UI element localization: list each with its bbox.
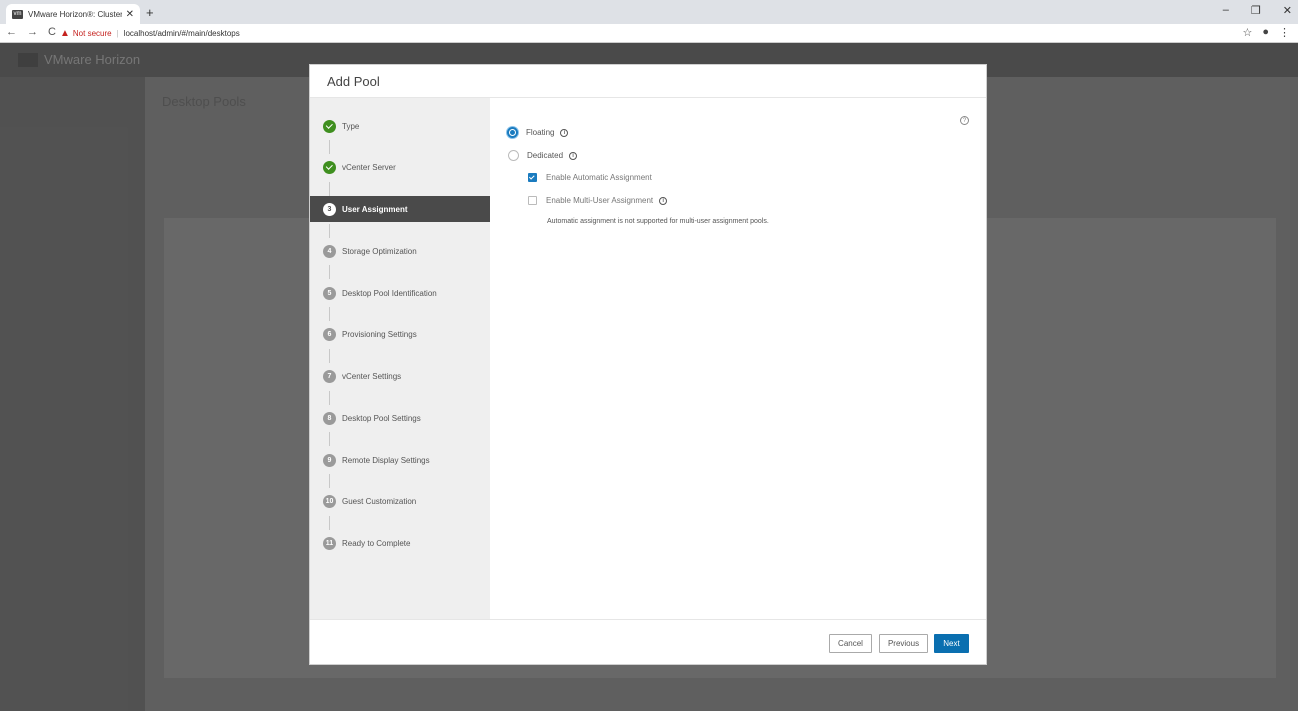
check-circle-icon	[323, 119, 336, 133]
close-window-icon[interactable]: ✕	[1283, 4, 1292, 17]
forward-icon[interactable]: →	[27, 26, 38, 38]
step-provisioning-settings[interactable]: 6 Provisioning Settings	[310, 321, 490, 347]
step-label: vCenter Server	[342, 162, 396, 172]
floating-option[interactable]: Floating i	[507, 127, 569, 138]
step-desktop-pool-settings[interactable]: 8 Desktop Pool Settings	[310, 405, 490, 431]
close-tab-icon[interactable]: ✕	[126, 9, 134, 20]
step-type[interactable]: Type	[310, 113, 490, 139]
step-label: User Assignment	[342, 204, 408, 214]
step-vcenter-server[interactable]: vCenter Server	[310, 154, 490, 180]
step-ready-to-complete[interactable]: 11 Ready to Complete	[310, 530, 490, 556]
info-icon[interactable]: i	[560, 128, 569, 137]
multi-user-label: Enable Multi-User Assignment	[546, 196, 654, 205]
help-icon[interactable]: ?	[960, 116, 969, 125]
address-bar-actions: ☆ ● ⋮	[1242, 26, 1290, 39]
step-label: Guest Customization	[342, 496, 417, 506]
step-number: 6	[323, 327, 336, 341]
dedicated-radio[interactable]	[508, 150, 519, 161]
profile-icon[interactable]: ●	[1262, 26, 1269, 39]
step-guest-customization[interactable]: 10 Guest Customization	[310, 488, 490, 514]
step-number: 9	[323, 453, 336, 467]
auto-assignment-option[interactable]: Enable Automatic Assignment	[528, 173, 652, 182]
new-tab-icon[interactable]: +	[146, 5, 154, 20]
next-button[interactable]: Next	[934, 634, 969, 653]
dialog-header: Add Pool	[310, 65, 986, 98]
step-label: Type	[342, 121, 360, 131]
step-label: vCenter Settings	[342, 371, 402, 381]
wizard-content: ? Floating i Dedicated i Enable Automati…	[490, 98, 986, 619]
step-desktop-pool-identification[interactable]: 5 Desktop Pool Identification	[310, 280, 490, 306]
step-connector	[329, 349, 330, 363]
info-icon[interactable]: i	[569, 151, 578, 160]
minimize-icon[interactable]: –	[1223, 4, 1229, 17]
step-label: Storage Optimization	[342, 246, 417, 256]
dialog-title: Add Pool	[327, 74, 380, 89]
warning-icon: ▲	[60, 28, 70, 39]
cancel-button[interactable]: Cancel	[829, 634, 872, 653]
info-icon[interactable]: i	[659, 196, 668, 205]
step-connector	[329, 432, 330, 446]
step-label: Provisioning Settings	[342, 329, 417, 339]
step-number: 5	[323, 286, 336, 300]
step-number: 4	[323, 244, 336, 258]
step-number: 7	[323, 369, 336, 383]
step-connector	[329, 265, 330, 279]
not-secure-label: Not secure	[72, 29, 112, 38]
restore-icon[interactable]: ❐	[1251, 4, 1261, 17]
multi-user-option[interactable]: Enable Multi-User Assignment i	[528, 196, 668, 205]
step-connector	[329, 307, 330, 321]
menu-dots-icon[interactable]: ⋮	[1279, 26, 1290, 39]
step-remote-display-settings[interactable]: 9 Remote Display Settings	[310, 447, 490, 473]
step-connector	[329, 516, 330, 530]
vmware-favicon-icon: vm	[12, 9, 23, 19]
step-label: Remote Display Settings	[342, 455, 430, 465]
wizard-steps: Type vCenter Server 3 User Assignment 4 …	[310, 98, 490, 619]
previous-button[interactable]: Previous	[879, 634, 928, 653]
url-text: localhost/admin/#/main/desktops	[123, 29, 240, 38]
browser-tab-title: VMware Horizon®: Cluster-FS-	[28, 9, 122, 19]
floating-radio[interactable]	[507, 127, 518, 138]
multi-user-checkbox[interactable]	[528, 196, 537, 205]
step-number: 11	[323, 536, 336, 550]
add-pool-dialog: Add Pool Type vCenter Server 3 User Assi…	[309, 64, 987, 665]
step-number: 8	[323, 411, 336, 425]
auto-assignment-checkbox[interactable]	[528, 173, 537, 182]
step-user-assignment[interactable]: 3 User Assignment	[310, 196, 490, 222]
browser-tab[interactable]: vm VMware Horizon®: Cluster-FS- ✕	[6, 4, 140, 24]
step-vcenter-settings[interactable]: 7 vCenter Settings	[310, 363, 490, 389]
step-label: Desktop Pool Identification	[342, 288, 437, 298]
dialog-footer: Cancel Previous Next	[310, 619, 986, 664]
window-controls: – ❐ ✕	[1223, 4, 1292, 17]
back-icon[interactable]: ←	[6, 26, 17, 38]
browser-nav: ← → C	[6, 26, 56, 38]
step-number: 3	[323, 202, 336, 216]
step-storage-optimization[interactable]: 4 Storage Optimization	[310, 238, 490, 264]
step-number: 10	[323, 494, 336, 508]
step-label: Ready to Complete	[342, 538, 411, 548]
step-connector	[329, 391, 330, 405]
multi-user-note: Automatic assignment is not supported fo…	[547, 218, 769, 225]
step-label: Desktop Pool Settings	[342, 413, 421, 423]
check-circle-icon	[323, 160, 336, 174]
dedicated-option[interactable]: Dedicated i	[508, 150, 578, 161]
auto-assignment-label: Enable Automatic Assignment	[546, 173, 652, 182]
step-connector	[329, 224, 330, 238]
bookmark-star-icon[interactable]: ☆	[1242, 26, 1252, 39]
step-connector	[329, 140, 330, 154]
step-connector	[329, 474, 330, 488]
browser-address-bar: ← → C ▲ Not secure | localhost/admin/#/m…	[0, 24, 1298, 43]
browser-tab-bar: vm VMware Horizon®: Cluster-FS- ✕ + – ❐ …	[0, 0, 1298, 24]
step-connector	[329, 182, 330, 196]
reload-icon[interactable]: C	[48, 26, 56, 38]
dedicated-label: Dedicated	[527, 151, 564, 160]
url-separator: |	[116, 29, 119, 38]
url-field[interactable]: ▲ Not secure | localhost/admin/#/main/de…	[60, 25, 1220, 42]
floating-label: Floating	[526, 128, 555, 137]
